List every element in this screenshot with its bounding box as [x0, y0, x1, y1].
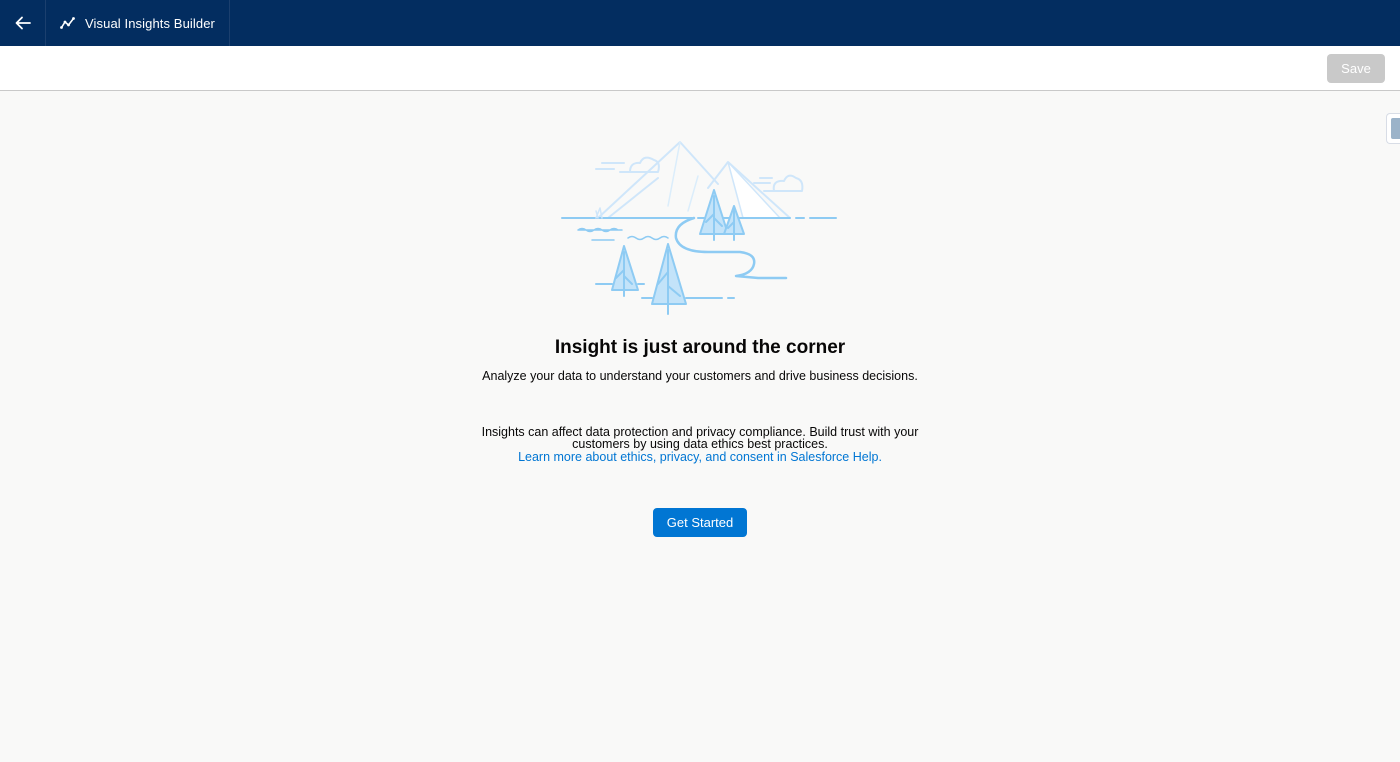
- chevron-left-icon: [1391, 118, 1400, 139]
- empty-state-heading: Insight is just around the corner: [554, 337, 846, 358]
- arrow-left-icon: [15, 16, 31, 30]
- mountains-trees-illustration: [561, 141, 837, 315]
- side-panel-toggle[interactable]: [1386, 113, 1400, 144]
- get-started-button[interactable]: Get Started: [653, 508, 747, 537]
- save-button[interactable]: Save: [1327, 54, 1385, 83]
- line-chart-icon: [60, 17, 75, 29]
- global-header: Visual Insights Builder: [0, 0, 1400, 46]
- back-button[interactable]: [0, 0, 46, 46]
- salesforce-help-link[interactable]: Learn more about ethics, privacy, and co…: [0, 450, 1400, 464]
- privacy-notice: Insights can affect data protection and …: [481, 425, 919, 451]
- empty-state-subtext: Analyze your data to understand your cus…: [482, 369, 918, 383]
- builder-toolbar: Save: [0, 46, 1400, 91]
- app-title-area: Visual Insights Builder: [46, 0, 230, 46]
- app-title: Visual Insights Builder: [85, 15, 215, 31]
